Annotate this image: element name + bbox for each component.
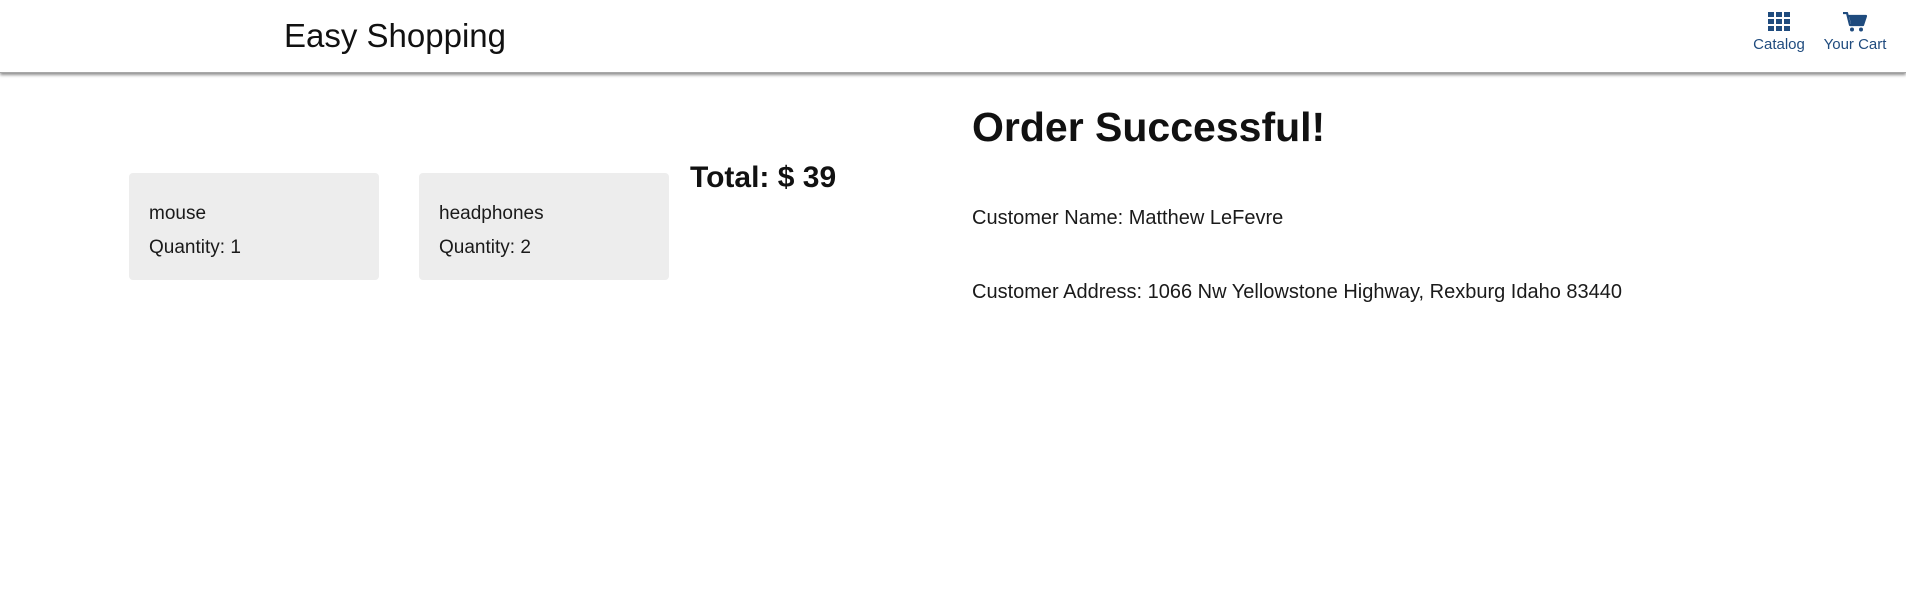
order-total: Total: $ 39 <box>690 161 837 194</box>
top-header: Easy Shopping Catalog Your Cart <box>0 0 1906 73</box>
order-success-heading: Order Successful! <box>972 104 1326 150</box>
cart-item-card: headphones Quantity: 2 <box>419 173 669 280</box>
cart-item-quantity: Quantity: 1 <box>149 237 241 258</box>
customer-name: Customer Name: Matthew LeFevre <box>972 207 1284 229</box>
cart-item-name: headphones <box>439 203 544 224</box>
catalog-nav-label: Catalog <box>1753 36 1805 53</box>
cart-item-quantity: Quantity: 2 <box>439 237 531 258</box>
catalog-nav-link[interactable]: Catalog <box>1750 12 1808 54</box>
your-cart-nav-label: Your Cart <box>1823 36 1887 53</box>
cart-item-name: mouse <box>149 203 207 224</box>
app-title: Easy Shopping <box>284 17 506 54</box>
your-cart-nav-link[interactable]: Your Cart <box>1820 12 1890 54</box>
cart-icon <box>1820 12 1890 32</box>
cart-item-card: mouse Quantity: 1 <box>129 173 379 280</box>
customer-address: Customer Address: 1066 Nw Yellowstone Hi… <box>972 281 1623 303</box>
grid-icon <box>1750 12 1808 32</box>
